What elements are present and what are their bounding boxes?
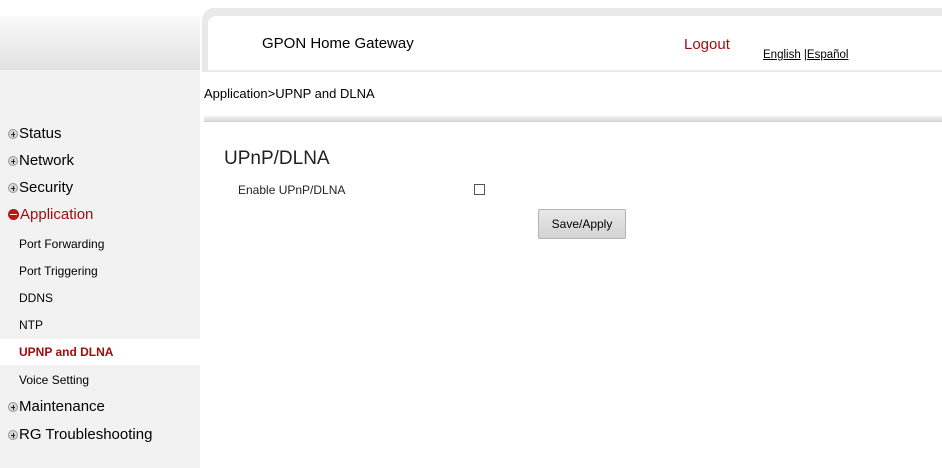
sidebar-item-status[interactable]: Status xyxy=(8,125,62,142)
section-title: UPnP/DLNA xyxy=(224,148,330,169)
save-apply-button[interactable]: Save/Apply xyxy=(538,209,626,239)
sidebar-item-label: Maintenance xyxy=(19,398,105,415)
logout-link[interactable]: Logout xyxy=(684,36,730,53)
expand-plus-icon xyxy=(8,182,18,193)
sidebar-item-label: RG Troubleshooting xyxy=(19,426,153,443)
logo-area xyxy=(0,16,200,70)
sidebar-item-network[interactable]: Network xyxy=(8,152,74,169)
collapse-minus-icon xyxy=(8,209,19,220)
enable-upnp-label: Enable UPnP/DLNA xyxy=(238,183,346,197)
sidebar-item-rg-troubleshooting[interactable]: RG Troubleshooting xyxy=(8,426,152,443)
sidebar-item-label: Status xyxy=(19,125,62,142)
expand-plus-icon xyxy=(8,429,18,440)
expand-plus-icon xyxy=(8,128,18,139)
lang-english-link[interactable]: English xyxy=(763,49,801,61)
breadcrumb: Application>UPNP and DLNA xyxy=(204,86,375,101)
sidebar-item-label: Application xyxy=(20,206,94,223)
lang-spanish-link[interactable]: Español xyxy=(807,49,849,61)
sidebar-item-label: Security xyxy=(19,179,74,196)
sidebar-subitem-port-forwarding[interactable]: Port Forwarding xyxy=(0,231,200,257)
sidebar-subitem-upnp-dlna[interactable]: UPNP and DLNA xyxy=(0,339,200,365)
expand-plus-icon xyxy=(8,401,18,412)
sidebar-item-label: Network xyxy=(19,152,75,169)
sidebar-item-security[interactable]: Security xyxy=(8,179,73,196)
enable-upnp-checkbox[interactable] xyxy=(474,184,485,195)
sidebar-subitem-ddns[interactable]: DDNS xyxy=(0,285,200,311)
sidebar-subitem-voice-setting[interactable]: Voice Setting xyxy=(0,367,200,393)
sidebar-subitem-port-triggering[interactable]: Port Triggering xyxy=(0,258,200,284)
language-switcher: English |Español xyxy=(763,49,848,61)
app-title: GPON Home Gateway xyxy=(262,35,414,52)
expand-plus-icon xyxy=(8,155,18,166)
sidebar-item-application[interactable]: Application xyxy=(8,206,93,223)
section-divider xyxy=(204,116,942,122)
sidebar-subitem-ntp[interactable]: NTP xyxy=(0,312,200,338)
sidebar-item-maintenance[interactable]: Maintenance xyxy=(8,398,105,415)
